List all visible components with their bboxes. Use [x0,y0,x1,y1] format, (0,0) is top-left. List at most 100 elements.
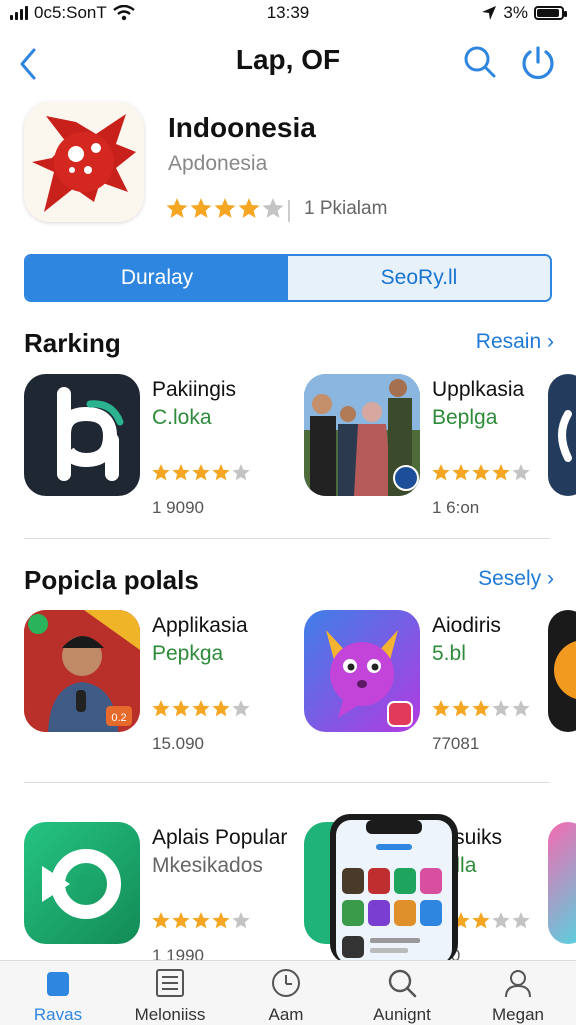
app-developer: Beplga [432,406,498,429]
ranking-app-2[interactable]: Upplkasia Beplga 1 6:on [304,374,564,524]
app-icon-aiodiris [304,610,420,732]
app-rating-stars [152,464,250,487]
app-name: Aiodiris [432,614,501,637]
segment-seory[interactable]: SeoRy.ll [288,256,550,300]
star-filled-icon [190,198,212,218]
status-right: 3% [481,3,567,23]
third-row-app-3-partial[interactable] [548,822,576,944]
tab-meloniiss[interactable]: Meloniiss [120,965,220,1024]
app-rating-stars [432,700,530,723]
app-icon-upplkasia [304,374,420,496]
featured-app-title: Indoonesia [168,112,316,143]
section-divider [24,538,550,539]
tab-ravas[interactable]: Ravas [8,965,108,1024]
popular-app-1[interactable]: 0.2 Applikasia Pepkga 15.090 [24,610,284,760]
tab-label: Ravas [33,1005,83,1024]
star-filled-icon [214,198,236,218]
tab-aam[interactable]: Aam [236,965,336,1024]
status-bar: 0с5:SonT 13:39 3% [0,0,576,28]
location-arrow-icon [482,6,497,20]
star-filled-icon [472,464,490,481]
star-filled-icon [472,700,490,717]
app-name: Applikasia [152,614,248,637]
nav-bar: Lap, OF [0,38,576,86]
tab-label: Aam [268,1005,304,1024]
tab-label: Meloniiss [134,1005,206,1024]
see-all-ranking-label: Resain [475,330,542,353]
star-empty-icon [232,700,250,717]
tab-aunignt[interactable]: Aunignt [352,965,452,1024]
popular-app-2[interactable]: Aiodiris 5.bl 77081 [304,610,564,760]
logo-icon [57,387,124,481]
star-filled-icon [472,912,490,929]
star-rating-icons [152,700,250,717]
star-empty-icon [232,464,250,481]
star-rating-icons [432,700,530,717]
rating-divider [288,200,290,222]
see-all-ranking-link[interactable]: Resain › [476,330,554,354]
tab-bar: Ravas Meloniiss Aam Aunignt Megan [0,960,576,1025]
app-rating-stars [432,464,530,487]
phone-preview-image [330,814,458,964]
tab-megan[interactable]: Megan [468,965,568,1024]
app-icon-badge: 0.2 [111,712,126,724]
list-icon [156,969,184,997]
green-arrow-logo-icon [42,849,121,919]
star-filled-icon [238,198,260,218]
ranking-section-header: Rarking Resain › [24,328,554,364]
tab-label: Aunignt [373,1005,431,1024]
search-button[interactable] [460,42,500,82]
app-rating-stars [152,700,250,723]
featured-app-icon [24,102,144,222]
star-filled-icon [192,464,210,481]
ranking-app-1[interactable]: Pakiingis C.loka 1 9090 [24,374,284,524]
star-empty-icon [512,912,530,929]
featured-app[interactable]: Indoonesia Apdonesia 1 Pkialam [24,102,554,226]
ranking-app-3-partial[interactable] [548,374,576,496]
star-empty-icon [512,464,530,481]
chevron-right-icon: › [547,567,554,590]
star-filled-icon [166,198,188,218]
battery-icon [534,6,567,20]
app-name: Upplkasia [432,378,525,401]
star-filled-icon [432,700,450,717]
star-rating-icons [166,198,284,218]
star-empty-icon [492,912,510,929]
search-icon [388,969,417,998]
app-icon-aplais-popular [24,822,140,944]
segment-duralay[interactable]: Duralay [26,256,288,300]
app-name: Aplais Popular [152,826,288,849]
battery-text: 3% [503,3,528,22]
app-icon-applikasia: 0.2 [24,610,140,732]
star-empty-icon [262,198,284,218]
app-rating-count: 1 6:on [432,498,480,517]
star-empty-icon [232,912,250,929]
partial-app-icon [558,410,572,462]
star-filled-icon [212,700,230,717]
star-filled-icon [212,912,230,929]
power-icon [522,46,554,80]
see-all-popular-label: Sesely [478,567,542,590]
today-card-icon [47,972,69,996]
star-filled-icon [212,464,230,481]
search-icon [464,46,496,78]
app-rating-count: 15.090 [152,734,204,753]
star-empty-icon [512,700,530,717]
tab-label: Megan [492,1005,544,1024]
star-filled-icon [152,912,170,929]
person-icon [505,970,531,998]
star-filled-icon [152,700,170,717]
group-photo-icon [304,374,420,496]
star-filled-icon [192,700,210,717]
app-icon-pakiingis [24,374,140,496]
star-filled-icon [452,464,470,481]
app-developer: 5.bl [432,642,466,665]
star-filled-icon [432,464,450,481]
power-button[interactable] [518,42,558,82]
third-row-app-1[interactable]: Aplais Popular Mkesikados 1 1990 [24,822,288,972]
see-all-popular-link[interactable]: Sesely › [478,567,554,591]
phone-preview-screen [336,820,452,964]
app-developer: C.loka [152,406,212,429]
star-filled-icon [452,700,470,717]
popular-app-3-partial[interactable] [548,610,576,732]
